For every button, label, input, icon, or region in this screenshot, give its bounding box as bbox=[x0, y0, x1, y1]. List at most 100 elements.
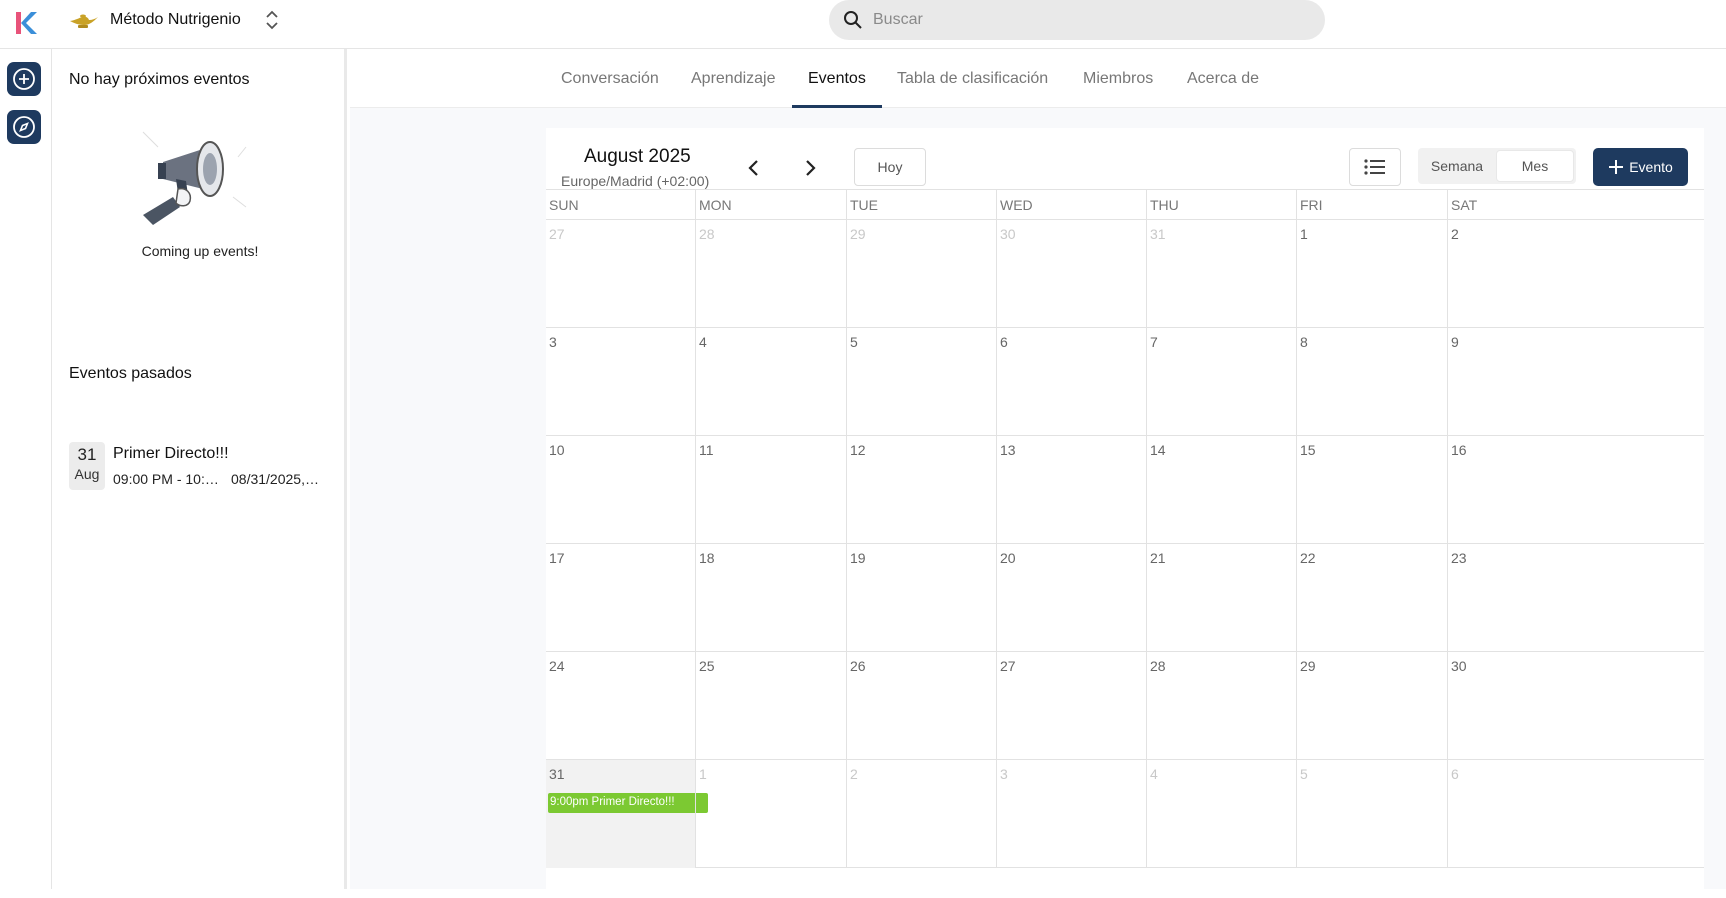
calendar-day-cell[interactable]: 1 bbox=[1296, 220, 1447, 328]
tab-acerca-de[interactable]: Acerca de bbox=[1187, 49, 1259, 108]
calendar-day-cell[interactable]: 8 bbox=[1296, 328, 1447, 436]
discover-button[interactable] bbox=[7, 110, 41, 144]
event-date: 08/31/2025, Europe/Madrid bbox=[231, 471, 321, 487]
month-view-button[interactable]: Mes bbox=[1496, 150, 1574, 182]
community-switcher[interactable]: Método Nutrigenio bbox=[68, 6, 283, 34]
chevron-up-down-icon[interactable] bbox=[261, 7, 283, 33]
day-number: 7 bbox=[1150, 334, 1158, 350]
calendar-day-cell[interactable]: 21 bbox=[1146, 544, 1296, 652]
day-of-week-mon: MON bbox=[695, 190, 846, 220]
previous-month-button[interactable] bbox=[740, 154, 768, 182]
calendar-day-cell[interactable]: 10 bbox=[546, 436, 695, 544]
calendar-day-cell[interactable]: 31 9:00pm Primer Directo!!! bbox=[546, 760, 708, 868]
day-number: 29 bbox=[850, 226, 866, 242]
calendar-day-cell[interactable]: 2 bbox=[1447, 220, 1604, 328]
calendar-event-chip[interactable]: 9:00pm Primer Directo!!! bbox=[548, 793, 708, 813]
megaphone-icon bbox=[142, 131, 247, 225]
calendar-day-cell[interactable]: 9 bbox=[1447, 328, 1604, 436]
day-number: 3 bbox=[1000, 766, 1008, 782]
calendar-day-cell[interactable]: 4 bbox=[1146, 760, 1296, 868]
day-number: 31 bbox=[549, 766, 565, 782]
day-number: 10 bbox=[549, 442, 565, 458]
week-view-button[interactable]: Semana bbox=[1418, 148, 1496, 184]
day-of-week-sun: SUN bbox=[549, 197, 579, 213]
calendar-day-cell[interactable]: 3 bbox=[546, 328, 695, 436]
calendar-day-cell[interactable]: 2 bbox=[846, 760, 996, 868]
calendar-day-cell[interactable]: 3 bbox=[996, 760, 1146, 868]
calendar-day-cell[interactable]: 30 bbox=[996, 220, 1146, 328]
calendar-day-cell[interactable]: 26 bbox=[846, 652, 996, 760]
calendar-day-cell[interactable]: 29 bbox=[846, 220, 996, 328]
calendar-day-cell[interactable]: 22 bbox=[1296, 544, 1447, 652]
event-title: Primer Directo!!! bbox=[113, 445, 229, 462]
tab-eventos[interactable]: Eventos bbox=[792, 49, 882, 108]
calendar-day-cell[interactable]: 19 bbox=[846, 544, 996, 652]
genie-lamp-icon bbox=[70, 14, 98, 28]
calendar-day-cell[interactable]: 29 bbox=[1296, 652, 1447, 760]
calendar-day-cell[interactable]: 28 bbox=[1146, 652, 1296, 760]
calendar-day-cell[interactable]: 6 bbox=[996, 328, 1146, 436]
calendar-day-cell[interactable]: 23 bbox=[1447, 544, 1604, 652]
calendar-day-cell[interactable]: 11 bbox=[695, 436, 846, 544]
coming-up-text: Coming up events! bbox=[141, 243, 259, 259]
day-number: 6 bbox=[1451, 766, 1459, 782]
past-events-heading: Eventos pasados bbox=[69, 365, 192, 382]
day-number: 2 bbox=[850, 766, 858, 782]
day-number: 4 bbox=[699, 334, 707, 350]
day-number: 13 bbox=[1000, 442, 1016, 458]
calendar-day-cell[interactable]: 4 bbox=[695, 328, 846, 436]
day-number: 11 bbox=[699, 442, 714, 458]
calendar-day-cell[interactable]: 13 bbox=[996, 436, 1146, 544]
calendar-day-cell[interactable]: 25 bbox=[695, 652, 846, 760]
calendar-day-cell[interactable]: 30 bbox=[1447, 652, 1604, 760]
calendar-day-cell[interactable]: 27 bbox=[546, 220, 695, 328]
day-number: 28 bbox=[699, 226, 715, 242]
calendar-day-cell[interactable]: 16 bbox=[1447, 436, 1604, 544]
calendar-day-cell[interactable]: 20 bbox=[996, 544, 1146, 652]
plus-icon bbox=[1609, 160, 1624, 174]
tab-conversacion[interactable]: Conversación bbox=[561, 49, 659, 108]
calendar-day-cell[interactable]: 28 bbox=[695, 220, 846, 328]
calendar-day-cell[interactable]: 6 bbox=[1447, 760, 1604, 868]
create-community-button[interactable] bbox=[7, 62, 41, 96]
list-icon bbox=[1364, 159, 1385, 175]
list-view-button[interactable] bbox=[1349, 148, 1401, 186]
past-event-item[interactable]: 31 Aug Primer Directo!!! 09:00 PM - 10:0… bbox=[69, 442, 339, 492]
calendar-day-cell[interactable]: 12 bbox=[846, 436, 996, 544]
tab-aprendizaje[interactable]: Aprendizaje bbox=[691, 49, 776, 108]
days-of-week-header: SUN MON TUE WED THU FRI SAT bbox=[546, 189, 1704, 220]
search-input[interactable] bbox=[873, 11, 1293, 29]
app-logo-icon[interactable] bbox=[10, 8, 40, 38]
chevron-left-icon bbox=[748, 160, 758, 176]
calendar-day-cell[interactable]: 5 bbox=[846, 328, 996, 436]
calendar-day-cell[interactable]: 24 bbox=[546, 652, 695, 760]
search-bar[interactable] bbox=[829, 0, 1325, 40]
calendar-week-row: 24 25 26 27 28 29 30 bbox=[546, 652, 1704, 760]
day-number: 1 bbox=[699, 766, 707, 782]
day-number: 12 bbox=[850, 442, 866, 458]
chevron-right-icon bbox=[806, 160, 816, 176]
calendar-day-cell[interactable]: 15 bbox=[1296, 436, 1447, 544]
tab-miembros[interactable]: Miembros bbox=[1083, 49, 1153, 108]
calendar-day-cell[interactable]: 27 bbox=[996, 652, 1146, 760]
today-button[interactable]: Hoy bbox=[854, 148, 926, 186]
next-month-button[interactable] bbox=[796, 154, 824, 182]
calendar-day-cell[interactable]: 1 bbox=[695, 760, 846, 868]
day-number: 1 bbox=[1300, 226, 1308, 242]
day-number: 31 bbox=[1150, 226, 1166, 242]
calendar-day-cell[interactable]: 5 bbox=[1296, 760, 1447, 868]
event-day: 31 bbox=[77, 445, 97, 464]
calendar-day-cell[interactable]: 7 bbox=[1146, 328, 1296, 436]
calendar-day-cell[interactable]: 18 bbox=[695, 544, 846, 652]
calendar-month-label: August 2025 bbox=[584, 146, 691, 167]
calendar-day-cell[interactable]: 17 bbox=[546, 544, 695, 652]
day-number: 9 bbox=[1451, 334, 1459, 350]
calendar-grid: SUN MON TUE WED THU FRI SAT 27 28 29 30 31 1 2 3 4 5 6 7 8 9… bbox=[546, 189, 1704, 868]
day-number: 30 bbox=[1000, 226, 1016, 242]
day-number: 26 bbox=[850, 658, 866, 674]
day-number: 16 bbox=[1451, 442, 1467, 458]
calendar-day-cell[interactable]: 31 bbox=[1146, 220, 1296, 328]
calendar-day-cell[interactable]: 14 bbox=[1146, 436, 1296, 544]
tab-tabla-de-clasificacion[interactable]: Tabla de clasificación bbox=[897, 49, 1048, 108]
add-event-button[interactable]: Evento bbox=[1593, 148, 1688, 186]
